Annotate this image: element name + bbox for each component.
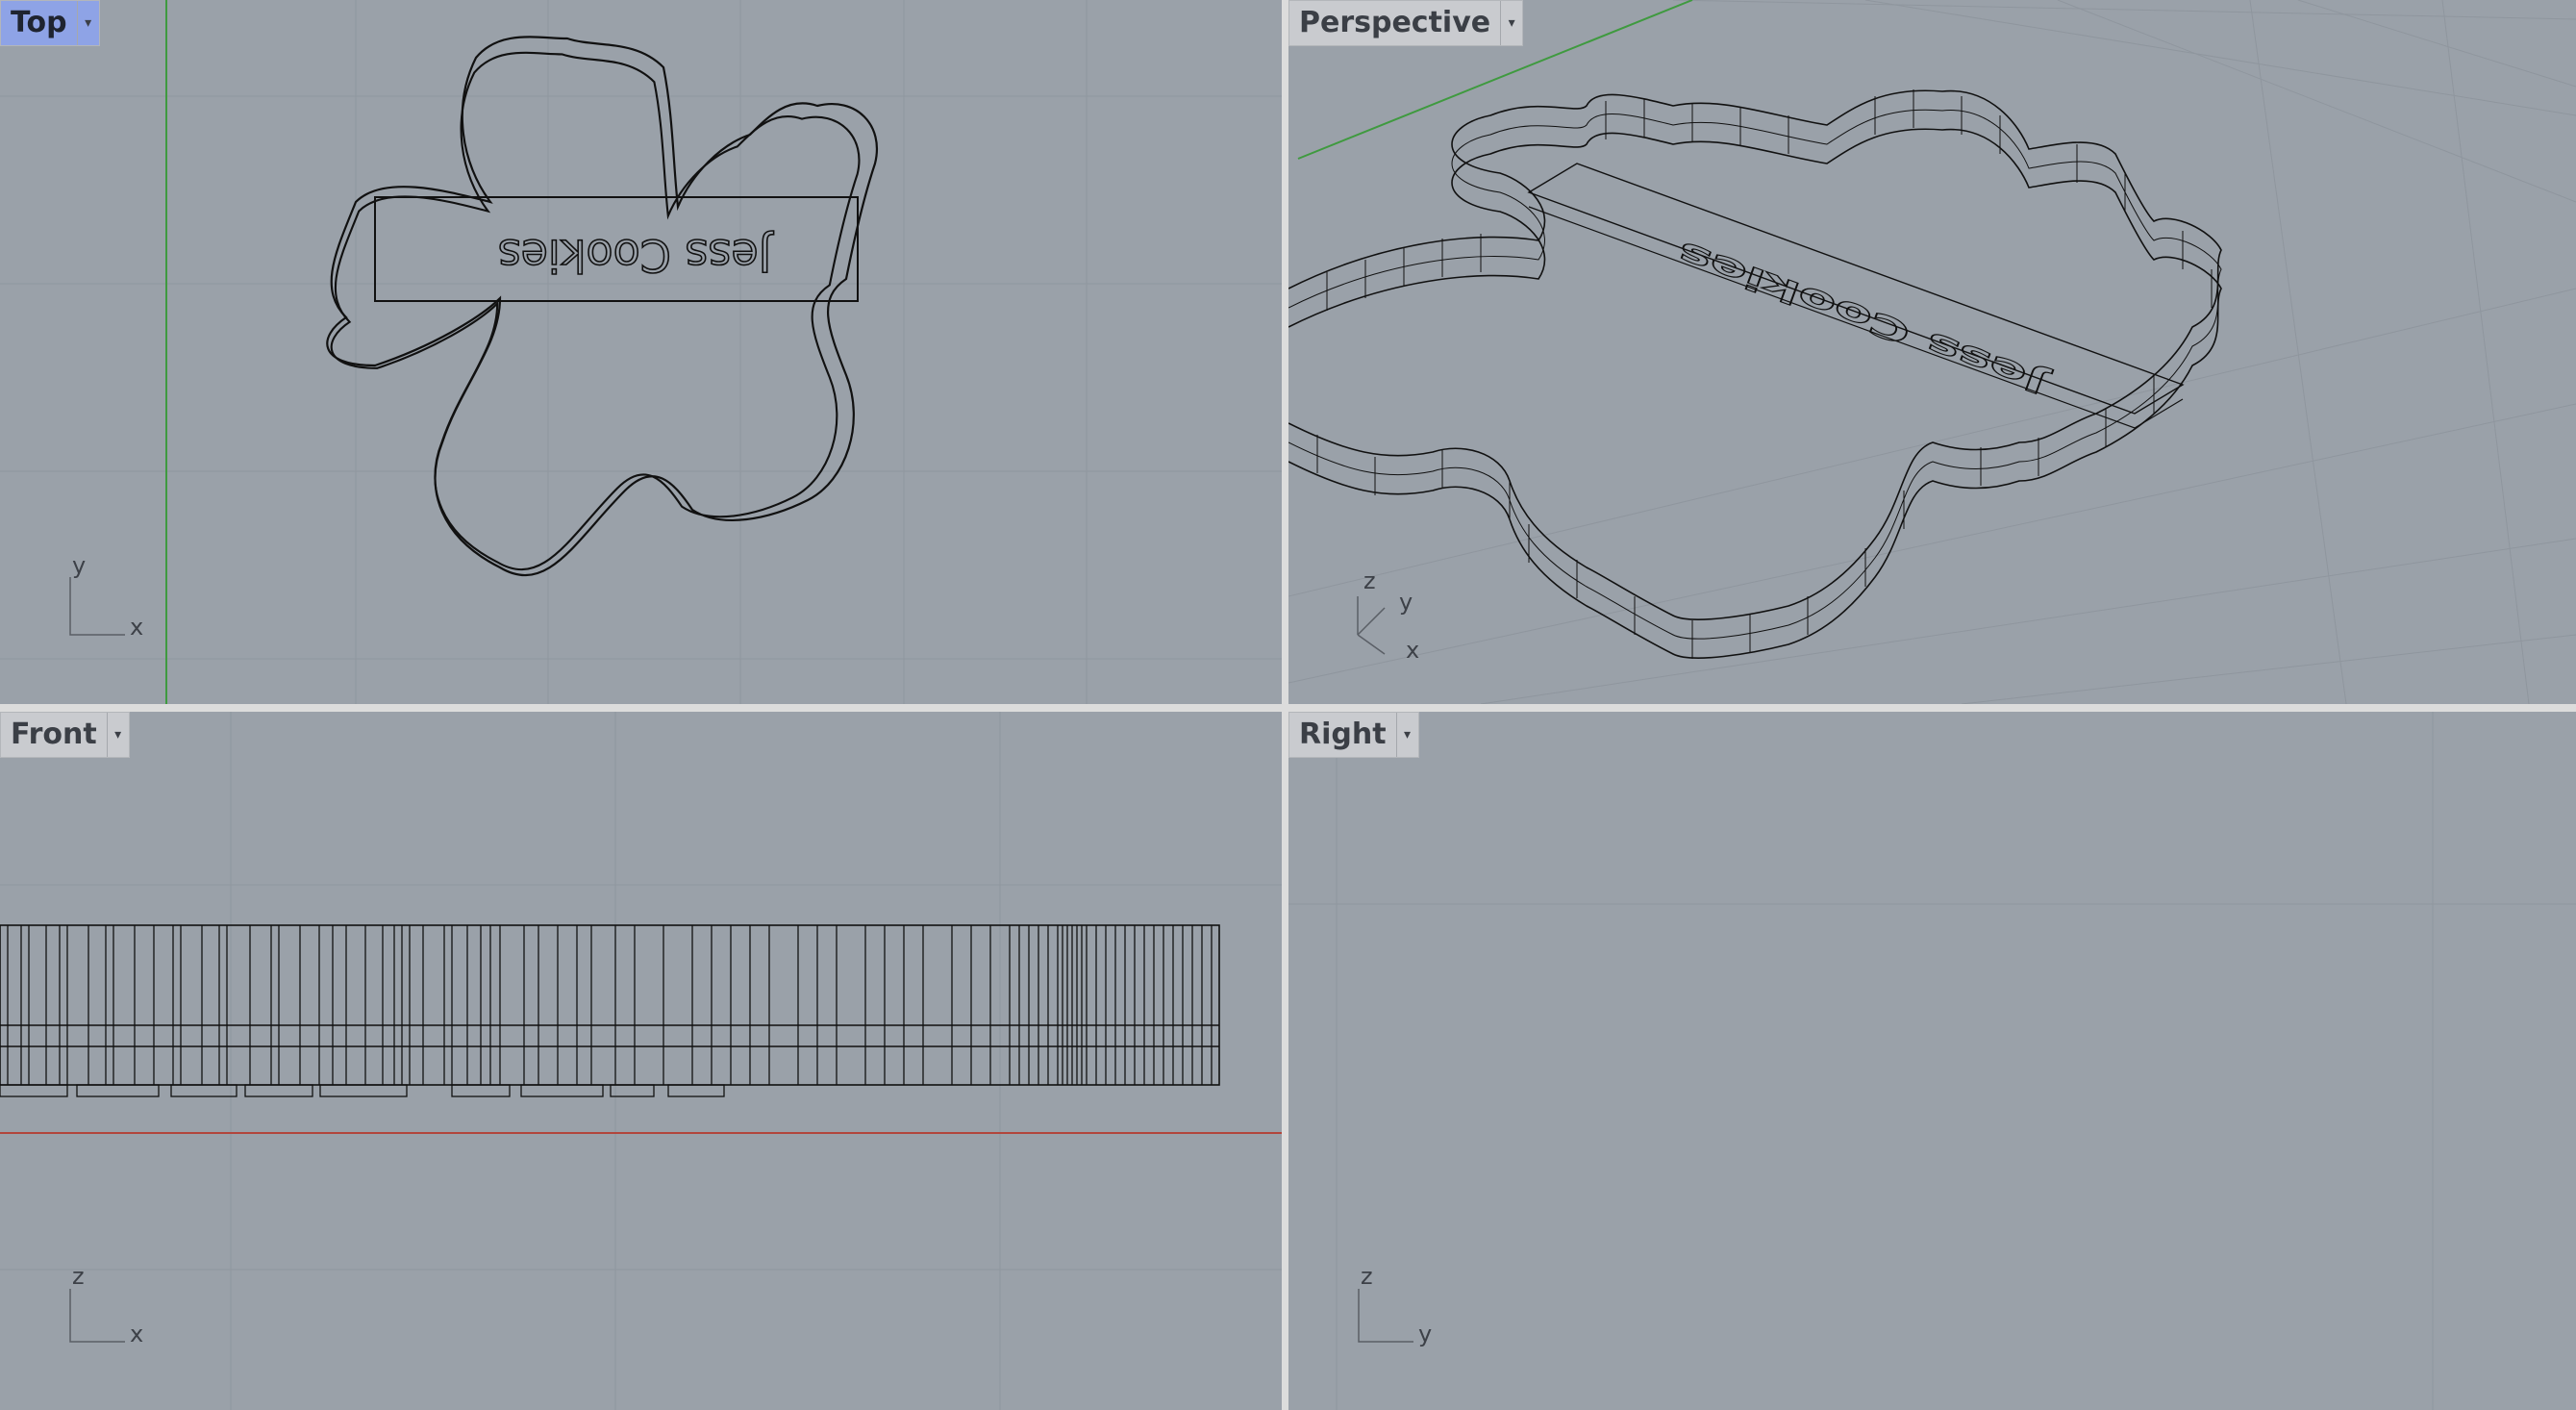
perspective-axis-z-label: z — [1363, 567, 1376, 594]
perspective-axis-x-label: x — [1406, 637, 1420, 664]
chevron-down-icon[interactable]: ▾ — [1395, 713, 1418, 757]
right-axis-z-label: z — [1361, 1263, 1373, 1290]
tab-right[interactable]: Right ▾ — [1288, 712, 1419, 758]
perspective-cookie-cutter-wireframe — [1288, 89, 2222, 659]
right-viewport[interactable]: z y Right ▾ — [1288, 712, 2576, 1410]
right-axis-y-label: y — [1418, 1321, 1433, 1347]
top-viewport-title[interactable]: Top — [1, 1, 77, 45]
right-viewport-canvas[interactable] — [1288, 712, 2576, 1410]
right-viewport-title[interactable]: Right — [1289, 713, 1396, 757]
front-axis-x-label: x — [130, 1321, 144, 1347]
front-wall-edges — [7, 925, 1213, 1085]
top-viewport-canvas[interactable]: Jess Cookies — [0, 0, 1282, 704]
tab-front[interactable]: Front ▾ — [0, 712, 130, 758]
front-viewport[interactable]: z x Front ▾ — [0, 712, 1282, 1410]
front-cookie-cutter-elevation — [0, 924, 1220, 1086]
chevron-down-icon[interactable]: ▾ — [76, 1, 99, 45]
perspective-viewport-title[interactable]: Perspective — [1289, 1, 1500, 45]
chevron-down-icon[interactable]: ▾ — [106, 713, 129, 757]
top-axis-triad — [69, 577, 125, 636]
tab-perspective[interactable]: Perspective ▾ — [1288, 0, 1524, 46]
right-grid — [1288, 712, 2576, 1410]
perspective-axis-triad — [1357, 596, 1386, 655]
top-axis-y-label: y — [72, 552, 87, 579]
perspective-viewport[interactable]: Jess Cookies z y x Perspective ▾ — [1288, 0, 2576, 704]
top-viewport[interactable]: Jess Cookies y x Top ▾ — [0, 0, 1282, 704]
perspective-wall-segments — [1316, 89, 2213, 659]
front-viewport-title[interactable]: Front — [1, 713, 107, 757]
cookie-cutter-outline — [326, 36, 878, 577]
top-engraving-text: Jess Cookies — [498, 230, 775, 282]
tab-top[interactable]: Top ▾ — [0, 0, 100, 46]
front-axis-z-label: z — [72, 1263, 85, 1290]
front-axis-triad — [69, 1289, 125, 1343]
top-axis-x-label: x — [130, 614, 144, 641]
perspective-viewport-canvas[interactable]: Jess Cookies — [1288, 0, 2576, 704]
chevron-down-icon[interactable]: ▾ — [1500, 1, 1522, 45]
perspective-axis-y-label: y — [1399, 589, 1413, 616]
front-grid — [0, 712, 1282, 1410]
grid — [0, 0, 1282, 704]
right-axis-triad — [1358, 1289, 1413, 1343]
front-viewport-canvas[interactable] — [0, 712, 1282, 1410]
